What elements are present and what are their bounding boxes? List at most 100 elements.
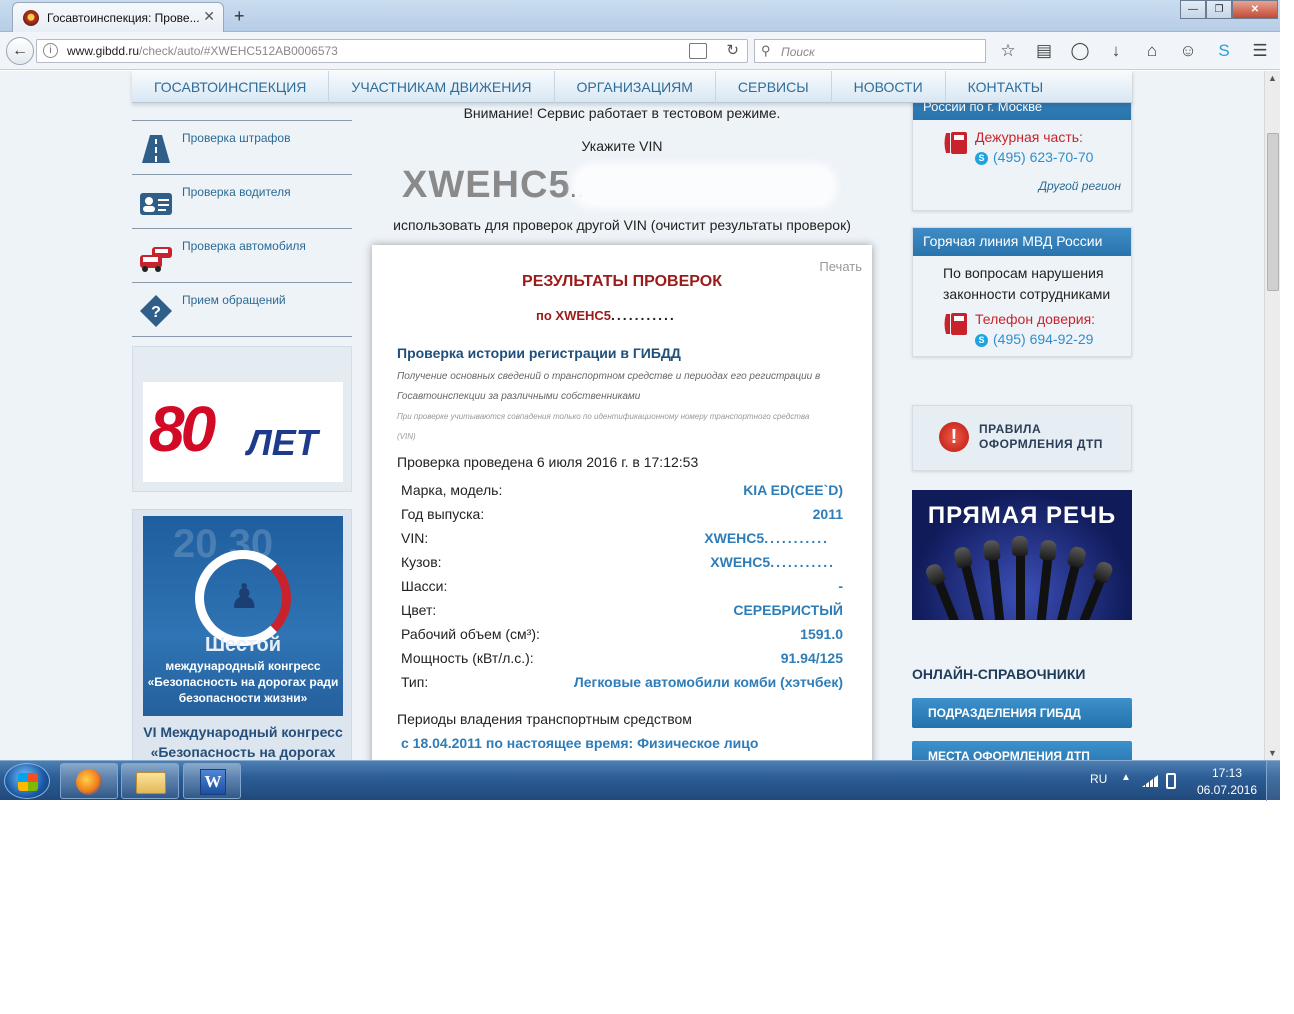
field-value: - <box>838 578 843 594</box>
menu-icon[interactable]: ☰ <box>1248 40 1272 62</box>
congress-caption[interactable]: VI Международный конгресс «Безопасность … <box>137 722 349 760</box>
url-text[interactable]: www.gibdd.ru/check/auto/#XWEHC512AB00065… <box>67 44 338 58</box>
skype-icon[interactable]: S <box>1212 40 1236 62</box>
nav-contacts[interactable]: КОНТАКТЫ <box>946 71 1066 103</box>
nav-services[interactable]: СЕРВИСЫ <box>716 71 832 103</box>
field-value: СЕРЕБРИСТЫЙ <box>733 602 843 618</box>
pocket-icon[interactable]: ◯ <box>1068 40 1092 62</box>
vin-label: Укажите VIN <box>581 138 663 154</box>
new-tab-button[interactable]: + <box>234 6 245 27</box>
microphone-icon <box>988 553 1005 620</box>
trust-label: Телефон доверия: <box>975 311 1096 327</box>
promo-80-banner[interactable]: 80 ЛЕТ <box>132 346 352 492</box>
cars-icon <box>140 247 172 272</box>
url-bar[interactable]: i www.gibdd.ru/check/auto/#XWEHC512AB000… <box>36 39 748 63</box>
page-scrollbar[interactable]: ▲ ▼ <box>1264 71 1280 760</box>
field-row-chassis: Шасси: - <box>401 578 843 602</box>
print-link[interactable]: Печать <box>819 259 862 274</box>
language-indicator[interactable]: RU <box>1090 772 1107 786</box>
taskbar-firefox[interactable] <box>60 763 118 799</box>
service-item-appeals[interactable]: ? Прием обращений <box>132 283 352 337</box>
test-mode-notice: Внимание! Сервис работает в тестовом реж… <box>463 105 781 121</box>
chat-icon[interactable]: ☺ <box>1176 40 1200 62</box>
tray-expand-icon[interactable]: ▲ <box>1121 772 1131 783</box>
battery-icon[interactable] <box>1166 773 1176 789</box>
windows-logo-icon <box>18 773 38 791</box>
gibdd-units-button[interactable]: ПОДРАЗДЕЛЕНИЯ ГИБДД <box>912 698 1132 728</box>
reader-view-icon[interactable] <box>689 43 707 59</box>
other-region-link[interactable]: Другой регион <box>1039 179 1121 193</box>
service-item-driver[interactable]: Проверка водителя <box>132 175 352 229</box>
gibdd-favicon-icon <box>23 10 39 26</box>
service-item-car[interactable]: Проверка автомобиля <box>132 229 352 283</box>
congress-image-text: международный конгресс «Безопасность на … <box>147 659 339 705</box>
field-value: 2011 <box>812 506 843 522</box>
clock-time[interactable]: 17:13 <box>1192 766 1262 780</box>
back-arrow-icon: ← <box>12 42 28 59</box>
field-key: Мощность (кВт/л.с.): <box>401 650 534 666</box>
scrollbar-thumb[interactable] <box>1267 133 1279 291</box>
hotline-box: Горячая линия МВД России По вопросам нар… <box>912 227 1132 357</box>
question-icon: ? <box>140 295 172 327</box>
window-controls: — ❐ ✕ <box>1180 0 1278 19</box>
scroll-up-icon[interactable]: ▲ <box>1268 73 1277 83</box>
microphone-icon <box>932 576 961 620</box>
field-row-vin: VIN: XWEHC5........... <box>401 530 843 554</box>
field-key: Рабочий объем (см³): <box>401 626 540 642</box>
direct-speech-banner[interactable]: ПРЯМАЯ РЕЧЬ <box>912 490 1132 620</box>
browser-titlebar: Госавтоинспекция: Прове... ✕ + — ❐ ✕ <box>0 0 1280 32</box>
phone-icon <box>944 313 967 335</box>
bookmark-star-icon[interactable]: ☆ <box>996 40 1020 62</box>
alt-vin-link[interactable]: использовать для проверок другой VIN (оч… <box>372 217 872 233</box>
service-label: Прием обращений <box>182 293 286 307</box>
search-bar[interactable]: ⚲ Поиск <box>754 39 986 63</box>
taskbar-word[interactable]: W <box>183 763 241 799</box>
congress-banner[interactable]: 20 30 ♟ Шестой международный конгресс «Б… <box>132 509 352 760</box>
folder-icon <box>136 772 166 794</box>
dtp-places-button[interactable]: МЕСТА ОФОРМЛЕНИЯ ДТП <box>912 741 1132 760</box>
rules-dtp-banner[interactable]: ! ПРАВИЛА ОФОРМЛЕНИЯ ДТП <box>912 405 1132 471</box>
field-key: Цвет: <box>401 602 437 618</box>
nav-news[interactable]: НОВОСТИ <box>832 71 946 103</box>
service-item-fines[interactable]: Проверка штрафов <box>132 121 352 175</box>
download-icon[interactable]: ↓ <box>1104 40 1128 62</box>
service-label: Проверка водителя <box>182 185 291 199</box>
field-row-make: Марка, модель: KIA ED(CEE`D) <box>401 482 843 506</box>
nav-participants[interactable]: УЧАСТНИКАМ ДВИЖЕНИЯ <box>329 71 555 103</box>
phone-icon <box>944 132 967 154</box>
show-desktop-button[interactable] <box>1266 761 1280 801</box>
start-button[interactable] <box>4 763 50 799</box>
browser-tab[interactable]: Госавтоинспекция: Прове... ✕ <box>12 2 224 32</box>
network-signal-icon[interactable] <box>1142 775 1158 787</box>
close-window-button[interactable]: ✕ <box>1232 0 1278 19</box>
field-value: Легковые автомобили комби (хэтчбек) <box>573 674 843 690</box>
minimize-button[interactable]: — <box>1180 0 1206 19</box>
close-tab-icon[interactable]: ✕ <box>203 8 215 25</box>
site-nav: ГОСАВТОИНСПЕКЦИЯ УЧАСТНИКАМ ДВИЖЕНИЯ ОРГ… <box>132 71 1132 103</box>
promo-80-suffix: ЛЕТ <box>247 422 318 463</box>
nav-gosavtoinspekciya[interactable]: ГОСАВТОИНСПЕКЦИЯ <box>132 71 330 103</box>
clock-date[interactable]: 06.07.2016 <box>1192 783 1262 797</box>
results-subtitle: по XWEHC5........... <box>536 307 676 323</box>
field-value: XWEHC5........... <box>710 554 835 570</box>
field-key: Тип: <box>401 674 429 690</box>
scroll-down-icon[interactable]: ▼ <box>1268 748 1277 758</box>
promo-80-number: 80 <box>149 393 216 465</box>
service-label: Проверка штрафов <box>182 131 291 145</box>
home-icon[interactable]: ⌂ <box>1140 40 1164 62</box>
left-column: Проверка штрафов Проверка водителя Прове… <box>132 103 352 760</box>
direct-speech-title: ПРЯМАЯ РЕЧЬ <box>927 502 1117 529</box>
bookmarks-list-icon[interactable]: ▤ <box>1032 40 1056 62</box>
maximize-button[interactable]: ❐ <box>1206 0 1232 19</box>
promo-80-image: 80 ЛЕТ <box>143 382 343 482</box>
reload-icon[interactable]: ↻ <box>726 41 739 59</box>
field-value: KIA ED(CEE`D) <box>743 482 843 498</box>
back-button[interactable]: ← <box>6 37 34 65</box>
taskbar-explorer[interactable] <box>121 763 179 799</box>
driver-card-icon <box>140 193 172 215</box>
info-icon[interactable]: i <box>43 43 58 58</box>
nav-organizations[interactable]: ОРГАНИЗАЦИЯМ <box>555 71 716 103</box>
duty-phone[interactable]: S (495) 623-70-70 <box>975 149 1093 165</box>
vin-blur-mask <box>572 163 837 209</box>
trust-phone[interactable]: S (495) 694-92-29 <box>975 331 1093 347</box>
